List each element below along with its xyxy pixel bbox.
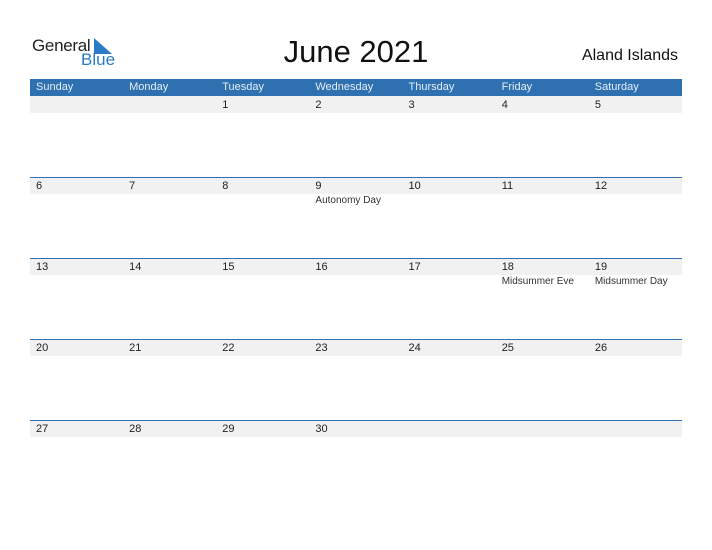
- holiday-label: Midsummer Eve: [501, 276, 574, 287]
- day-number: 9: [315, 180, 322, 192]
- week-row: 13 14 15 16 17 18 Midsummer Eve 19 Midsummer Day: [30, 258, 682, 339]
- day-cell[interactable]: 4: [496, 96, 589, 177]
- weekday-monday: Monday: [129, 81, 169, 93]
- day-number: 13: [36, 261, 49, 273]
- day-cell[interactable]: 25: [496, 339, 589, 420]
- day-cell[interactable]: 7: [123, 177, 216, 258]
- day-cell[interactable]: 1: [216, 96, 309, 177]
- day-cell[interactable]: 18 Midsummer Eve: [496, 258, 589, 339]
- day-cell[interactable]: 2: [309, 96, 402, 177]
- day-number: 2: [315, 99, 322, 111]
- day-number: 18: [501, 261, 514, 273]
- day-cell[interactable]: 29: [216, 420, 309, 501]
- day-cell[interactable]: 10: [403, 177, 496, 258]
- day-number: 30: [315, 423, 328, 435]
- day-number: 20: [36, 342, 49, 354]
- weekday-friday: Friday: [501, 81, 533, 93]
- weekday-thursday: Thursday: [408, 81, 455, 93]
- country-label: Aland Islands: [581, 47, 678, 64]
- weekday-header: Sunday Monday Tuesday Wednesday Thursday…: [30, 79, 682, 96]
- day-cell: [403, 420, 496, 501]
- day-cell[interactable]: 23: [309, 339, 402, 420]
- day-number: 14: [129, 261, 142, 273]
- day-cell[interactable]: 14: [123, 258, 216, 339]
- day-cell[interactable]: 30: [309, 420, 402, 501]
- weekday-tuesday: Tuesday: [222, 81, 265, 93]
- day-number: 25: [501, 342, 514, 354]
- day-number: 26: [594, 342, 608, 354]
- week-row: 20 21 22 23 24 25 26: [30, 339, 682, 420]
- day-cell[interactable]: 27: [30, 420, 123, 501]
- day-cell[interactable]: 3: [403, 96, 496, 177]
- holiday-label: Midsummer Day: [594, 276, 668, 287]
- day-cell: [30, 96, 123, 177]
- day-cell[interactable]: 28: [123, 420, 216, 501]
- weekday-sunday: Sunday: [36, 81, 74, 93]
- day-number: 3: [408, 99, 415, 111]
- week-row: 1 2 3 4 5: [30, 96, 682, 177]
- day-cell[interactable]: 5: [589, 96, 682, 177]
- day-number: 15: [222, 261, 235, 273]
- day-cell[interactable]: 12: [589, 177, 682, 258]
- day-number: 1: [222, 99, 229, 111]
- day-number: 23: [315, 342, 328, 354]
- day-number: 4: [501, 99, 508, 111]
- day-cell[interactable]: 21: [123, 339, 216, 420]
- day-cell[interactable]: 22: [216, 339, 309, 420]
- day-number: 11: [501, 180, 514, 192]
- day-cell: [496, 420, 589, 501]
- day-number: 21: [129, 342, 142, 354]
- day-number: 22: [222, 342, 235, 354]
- day-number: 12: [594, 180, 608, 192]
- holiday-label: Autonomy Day: [315, 195, 381, 206]
- day-number: 28: [129, 423, 142, 435]
- day-cell: [589, 420, 682, 501]
- week-row: 27 28 29 30: [30, 420, 682, 501]
- day-number: 16: [315, 261, 328, 273]
- day-cell[interactable]: 16: [309, 258, 402, 339]
- day-cell[interactable]: 6: [30, 177, 123, 258]
- day-cell[interactable]: 20: [30, 339, 123, 420]
- day-cell: [123, 96, 216, 177]
- day-cell[interactable]: 15: [216, 258, 309, 339]
- day-cell[interactable]: 19 Midsummer Day: [589, 258, 682, 339]
- weekday-saturday: Saturday: [594, 81, 639, 93]
- day-cell[interactable]: 11: [496, 177, 589, 258]
- day-number: 7: [129, 180, 136, 192]
- day-number: 17: [408, 261, 421, 273]
- day-cell[interactable]: 24: [403, 339, 496, 420]
- day-number: 8: [222, 180, 229, 192]
- weekday-wednesday: Wednesday: [315, 81, 374, 93]
- day-cell[interactable]: 13: [30, 258, 123, 339]
- day-number: 5: [594, 99, 601, 111]
- day-number: 29: [222, 423, 235, 435]
- day-cell[interactable]: 26: [589, 339, 682, 420]
- day-cell[interactable]: 17: [403, 258, 496, 339]
- day-number: 24: [408, 342, 421, 354]
- day-number: 19: [594, 261, 608, 273]
- day-cell[interactable]: 9 Autonomy Day: [309, 177, 402, 258]
- day-number: 10: [408, 180, 421, 192]
- day-number: 27: [36, 423, 49, 435]
- day-number: 6: [36, 180, 43, 192]
- day-cell[interactable]: 8: [216, 177, 309, 258]
- week-row: 6 7 8 9 Autonomy Day 10 11 12: [30, 177, 682, 258]
